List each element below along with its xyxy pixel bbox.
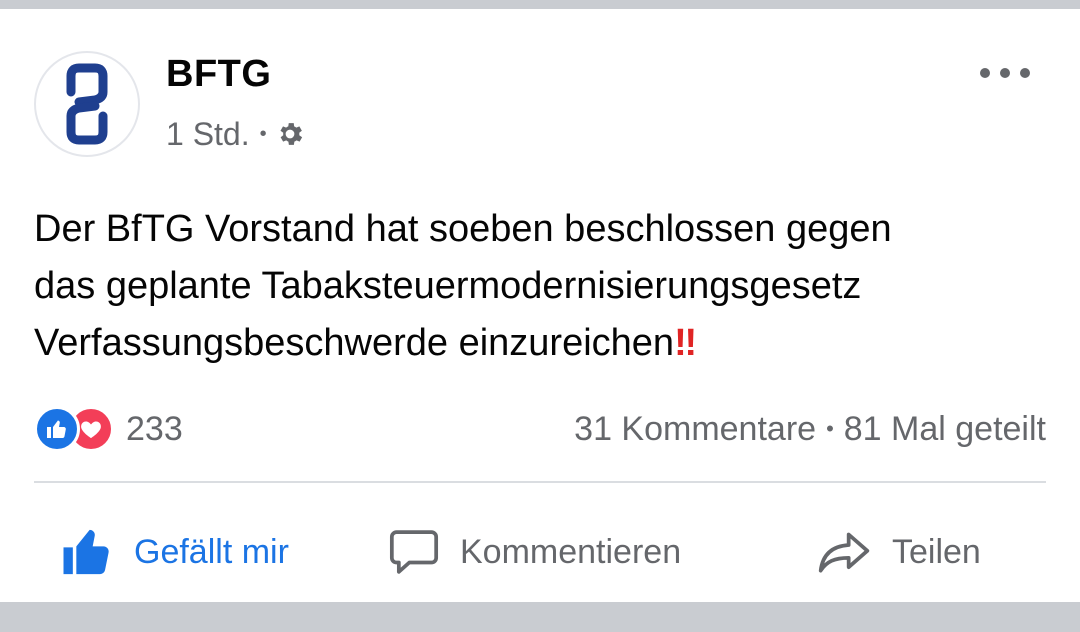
post-text-line: das geplante Tabaksteuermodernisierungsg… bbox=[34, 265, 862, 307]
meta-separator: • bbox=[259, 122, 267, 145]
gear-icon[interactable] bbox=[275, 119, 305, 149]
more-dot bbox=[980, 68, 990, 78]
share-button[interactable]: Teilen bbox=[814, 515, 981, 589]
reaction-count: 233 bbox=[126, 409, 183, 448]
post-text-line: Der BfTG Vorstand hat soeben beschlossen… bbox=[34, 208, 892, 250]
thumbs-up-icon bbox=[63, 529, 109, 575]
like-button[interactable]: Gefällt mir bbox=[60, 515, 289, 589]
like-reaction-icon bbox=[34, 406, 80, 452]
like-label: Gefällt mir bbox=[134, 532, 289, 571]
share-icon bbox=[818, 532, 870, 573]
comment-count-link[interactable]: 31 Kommentare bbox=[574, 410, 816, 449]
post-card: BFTG 1 Std. • Der BfTG Vorstand hat soeb… bbox=[0, 9, 1080, 602]
double-exclamation-emoji: ‼ bbox=[674, 322, 697, 364]
post-time[interactable]: 1 Std. bbox=[166, 116, 250, 153]
post-text: Der BfTG Vorstand hat soeben beschlossen… bbox=[34, 201, 1054, 372]
post-text-line: Verfassungsbeschwerde einzureichen bbox=[34, 322, 675, 364]
bftg-logo-icon bbox=[66, 63, 108, 145]
divider bbox=[34, 481, 1046, 483]
post-meta: 1 Std. • bbox=[166, 113, 305, 155]
page-avatar[interactable] bbox=[34, 51, 140, 157]
more-dot bbox=[1000, 68, 1010, 78]
stats-separator: • bbox=[826, 416, 834, 441]
share-label: Teilen bbox=[892, 532, 981, 571]
comment-label: Kommentieren bbox=[460, 532, 682, 571]
more-dot bbox=[1020, 68, 1030, 78]
engagement-stats: 31 Kommentare • 81 Mal geteilt bbox=[574, 405, 1046, 453]
page-name[interactable]: BFTG bbox=[166, 53, 271, 96]
more-options-icon[interactable] bbox=[980, 61, 1030, 85]
share-count-link[interactable]: 81 Mal geteilt bbox=[844, 410, 1046, 449]
reaction-summary[interactable]: 233 bbox=[34, 405, 183, 453]
post-text-line-last: Verfassungsbeschwerde einzureichen‼ bbox=[34, 315, 1054, 372]
comment-icon bbox=[389, 530, 439, 574]
comment-button[interactable]: Kommentieren bbox=[386, 515, 681, 589]
